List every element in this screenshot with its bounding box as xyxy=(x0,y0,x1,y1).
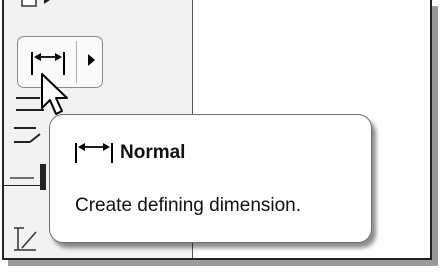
tooltip-header: Normal xyxy=(72,141,185,165)
constraint-tool-icon[interactable] xyxy=(10,164,50,190)
toolbar-separator xyxy=(4,185,44,186)
offset-tool-icon[interactable] xyxy=(10,122,50,148)
text-dimension-icon[interactable] xyxy=(10,226,50,252)
toolbar-item-partial-icon[interactable] xyxy=(20,0,56,16)
dimension-normal-icon xyxy=(75,143,113,163)
tooltip-description: Create defining dimension. xyxy=(75,195,302,216)
tool-tooltip: Normal Create defining dimension. xyxy=(49,114,372,243)
tooltip-title: Normal xyxy=(120,142,186,163)
flyout-arrow-icon[interactable] xyxy=(88,54,95,66)
